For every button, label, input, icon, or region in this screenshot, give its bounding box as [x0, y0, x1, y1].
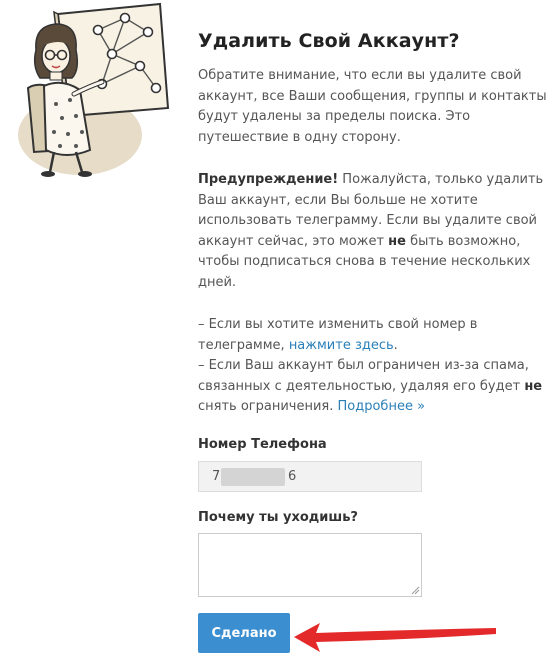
resize-grip-icon[interactable] [410, 585, 420, 595]
more-info-link[interactable]: Подробнее » [338, 399, 426, 414]
page-title: Удалить Свой Аккаунт? [198, 30, 460, 52]
main-content: Удалить Свой Аккаунт? Обратите внимание,… [198, 30, 548, 418]
warning-text: Предупреждение! Пожалуйста, только удали… [198, 170, 548, 293]
phone-label: Номер Телефона [198, 437, 327, 452]
intro-sentence: Обратите внимание, что если вы удалите с… [198, 68, 547, 145]
change-number-link[interactable]: нажмите здесь [289, 338, 394, 353]
warning-emphasis: не [388, 233, 406, 249]
phone-end: 6 [288, 469, 297, 484]
spam-emphasis: не [524, 378, 543, 394]
phone-start: 7 [212, 469, 221, 484]
red-arrow-pointer-icon [294, 623, 496, 652]
woman-at-network-map-illustration [18, 2, 170, 177]
spam-text-2: снять ограничения. [198, 399, 338, 414]
reason-label: Почему ты уходишь? [198, 510, 358, 525]
change-number-end: . [393, 337, 398, 353]
intro-text: Обратите внимание, что если вы удалите с… [198, 66, 548, 148]
phone-field: 7 6 [198, 461, 422, 492]
warning-lead: Предупреждение! [198, 172, 339, 187]
reason-textarea[interactable] [198, 533, 422, 597]
spam-text-1: – Если Ваш аккаунт был ограничен из-за с… [198, 358, 529, 394]
done-button[interactable]: Сделано [198, 613, 290, 653]
notes-text: – Если вы хотите изменить свой номер в т… [198, 315, 548, 418]
phone-redaction [221, 468, 285, 486]
